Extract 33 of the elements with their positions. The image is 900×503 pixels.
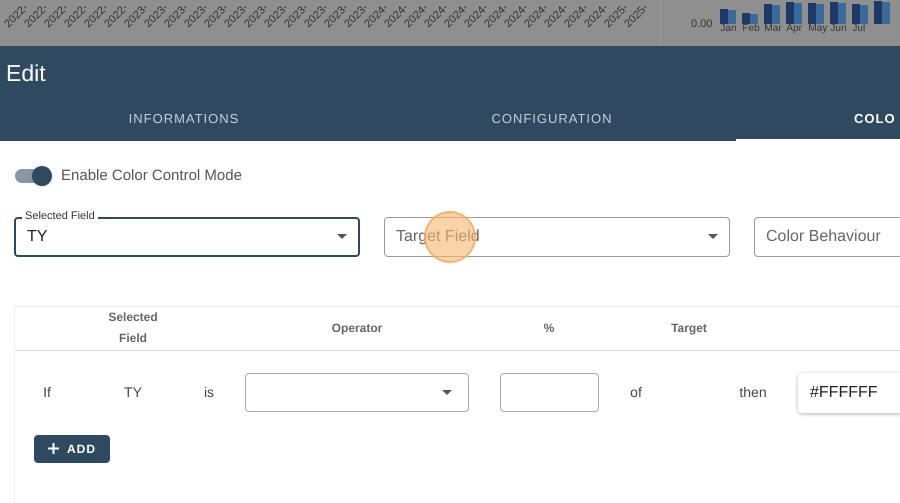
column-header: Target xyxy=(671,320,707,336)
month-label: May xyxy=(808,24,826,34)
percent-input[interactable] xyxy=(500,373,598,412)
month-label: Apr xyxy=(786,24,803,34)
toggle-label: Enable Color Control Mode xyxy=(61,166,242,186)
color-input[interactable]: #FFFFFF xyxy=(798,372,900,412)
caret-icon xyxy=(442,390,452,395)
column-header: Selected Field xyxy=(107,309,159,347)
toggle-switch[interactable] xyxy=(15,165,53,188)
tab[interactable]: CONFIGURATION xyxy=(368,98,736,141)
add-button[interactable]: ADD xyxy=(34,434,110,462)
field-label: Selected Field xyxy=(22,210,98,222)
table-cell-text: of xyxy=(630,383,642,402)
caret-icon xyxy=(708,234,718,239)
month-label: Jul xyxy=(852,24,866,34)
month-label: Jan xyxy=(720,24,738,34)
dialog-title: Edit xyxy=(5,59,47,88)
axis-tick-label: 0.00 xyxy=(691,17,712,32)
caret-icon xyxy=(337,234,347,239)
table-cell-text: TY xyxy=(124,383,142,402)
column-header: % xyxy=(544,320,554,336)
plus-icon xyxy=(48,443,59,454)
select-field[interactable]: Color Behaviour xyxy=(754,216,900,256)
operator-select[interactable] xyxy=(245,373,469,412)
month-label: Feb xyxy=(742,24,760,34)
table-cell-text: If xyxy=(43,383,51,402)
tab[interactable]: INFORMATIONS xyxy=(0,98,368,141)
tab[interactable]: COLO xyxy=(736,98,900,141)
month-label: Jun xyxy=(830,24,848,34)
table-cell-text: then xyxy=(739,383,767,402)
column-header: Operator xyxy=(332,320,382,336)
month-label: Mar xyxy=(764,24,782,34)
table-cell-text: is xyxy=(204,383,214,402)
